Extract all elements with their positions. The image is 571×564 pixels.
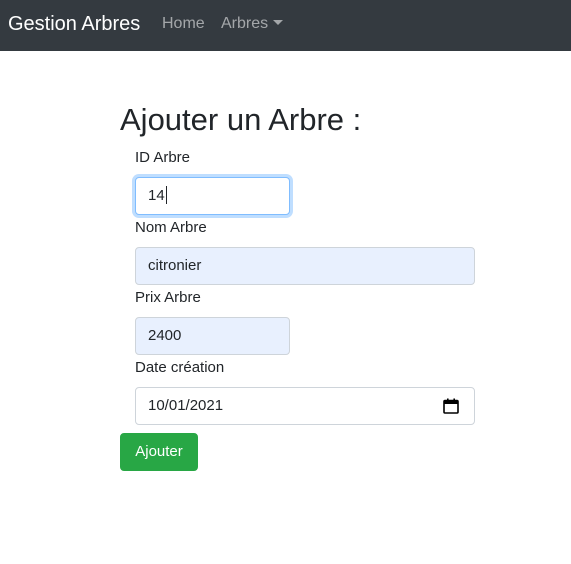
nav-dropdown-arbres[interactable]: Arbres (221, 14, 284, 34)
navbar-brand[interactable]: Gestion Arbres (8, 12, 140, 36)
ajouter-button[interactable]: Ajouter (120, 433, 198, 471)
navbar: Gestion Arbres Home Arbres (0, 0, 571, 51)
nom-arbre-label: Nom Arbre (135, 219, 207, 236)
prix-arbre-input[interactable]: 2400 (135, 317, 290, 355)
date-creation-value: 10/01/2021 (148, 397, 224, 414)
text-cursor (165, 186, 167, 204)
nom-arbre-input[interactable]: citronier (135, 247, 475, 285)
date-creation-label: Date création (135, 359, 225, 376)
prix-arbre-label: Prix Arbre (135, 289, 201, 306)
id-arbre-label: ID Arbre (135, 149, 191, 166)
page-title: Ajouter un Arbre : (120, 102, 362, 137)
date-creation-input[interactable]: 10/01/2021 (135, 387, 475, 425)
nom-arbre-value: citronier (148, 257, 202, 274)
prix-arbre-value: 2400 (148, 327, 182, 344)
caret-down-icon (273, 20, 284, 25)
id-arbre-input[interactable]: 14 (135, 177, 290, 215)
nav-link-home[interactable]: Home (162, 14, 205, 34)
nav-dropdown-arbres-label: Arbres (221, 15, 269, 32)
calendar-icon[interactable] (443, 398, 459, 414)
id-arbre-value: 14 (148, 187, 165, 204)
